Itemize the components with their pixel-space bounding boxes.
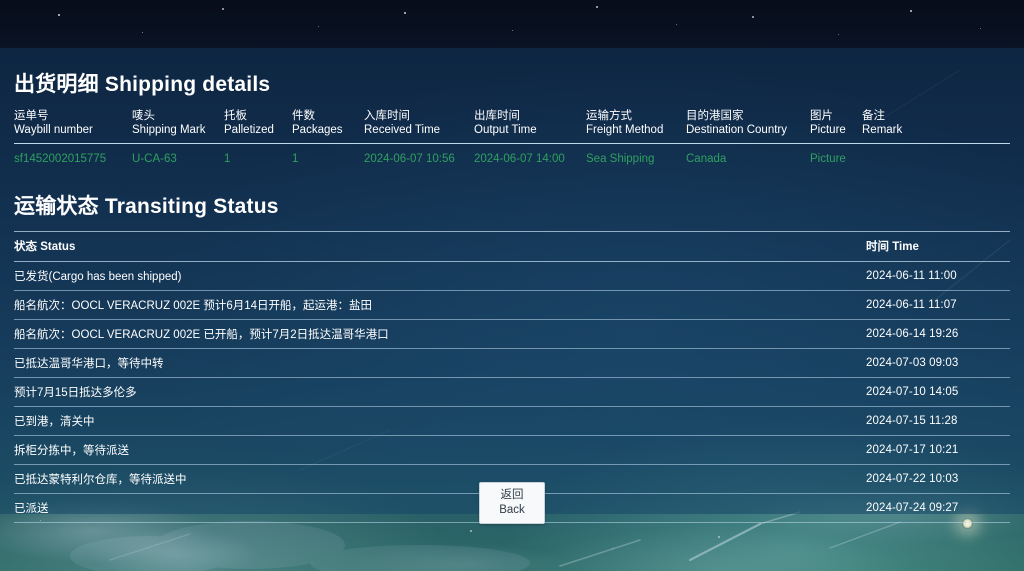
status-time: 2024-07-15 11:28 <box>834 406 1010 436</box>
column-header-shipping-mark: 唛头 Shipping Mark <box>132 110 224 144</box>
content-panel: 出货明细 Shipping details 运单号 Waybill number… <box>0 48 1024 523</box>
status-text: 船名航次：OOCL VERACRUZ 002E 已开船，预计7月2日抵达温哥华港… <box>14 319 834 349</box>
shipping-details-heading: 出货明细 Shipping details <box>14 48 1010 98</box>
status-row: 拆柜分拣中，等待派送 2024-07-17 10:21 <box>14 435 1010 465</box>
status-row: 已抵达温哥华港口，等待中转 2024-07-03 09:03 <box>14 348 1010 378</box>
cell-palletized: 1 <box>224 153 231 165</box>
status-text: 已到港，清关中 <box>14 406 834 436</box>
transiting-status-table: 状态 Status 时间 Time 已发货(Cargo has been shi… <box>14 231 1010 523</box>
status-row: 已到港，清关中 2024-07-15 11:28 <box>14 406 1010 436</box>
column-header-picture: 图片 Picture <box>810 110 862 144</box>
column-header-output-time: 出库时间 Output Time <box>474 110 586 144</box>
column-header-destination-country: 目的港国家 Destination Country <box>686 110 810 144</box>
cell-output-time: 2024-06-07 14:00 <box>474 153 565 165</box>
back-button-container: 返回 Back <box>0 482 1024 524</box>
column-header-palletized: 托板 Palletized <box>224 110 292 144</box>
status-row: 预计7月15日抵达多伦多 2024-07-10 14:05 <box>14 377 1010 407</box>
cell-received-time: 2024-06-07 10:56 <box>364 153 455 165</box>
status-text: 预计7月15日抵达多伦多 <box>14 377 834 407</box>
status-time: 2024-07-03 09:03 <box>834 348 1010 378</box>
picture-link[interactable]: Picture <box>810 153 846 165</box>
cell-waybill-number[interactable]: sf1452002015775 <box>14 144 132 174</box>
status-text: 拆柜分拣中，等待派送 <box>14 435 834 465</box>
back-button-label-en: Back <box>499 504 525 516</box>
cell-picture-link[interactable]: Picture <box>810 144 862 174</box>
column-header-remark: 备注 Remark <box>862 110 1010 144</box>
column-header-packages: 件数 Packages <box>292 110 364 144</box>
column-header-status: 状态 Status <box>14 231 834 262</box>
status-time: 2024-06-11 11:07 <box>834 290 1010 320</box>
cell-destination-country: Canada <box>686 153 727 165</box>
column-header-time: 时间 Time <box>834 231 1010 262</box>
shipping-details-heading-en: Shipping details <box>104 73 271 96</box>
cell-freight-method: Sea Shipping <box>586 153 655 165</box>
transiting-status-heading-en: Transiting Status <box>104 195 279 218</box>
table-row: sf1452002015775 U-CA-63 1 1 2024-06-07 1… <box>14 144 1010 174</box>
cell-shipping-mark: U-CA-63 <box>132 153 177 165</box>
status-row: 船名航次：OOCL VERACRUZ 002E 已开船，预计7月2日抵达温哥华港… <box>14 319 1010 349</box>
status-time: 2024-07-17 10:21 <box>834 435 1010 465</box>
status-time: 2024-07-10 14:05 <box>834 377 1010 407</box>
transiting-status-heading-cn: 运输状态 <box>14 195 99 218</box>
status-time: 2024-06-11 11:00 <box>834 261 1010 291</box>
back-button-label-cn: 返回 <box>500 489 524 501</box>
column-header-waybill-number: 运单号 Waybill number <box>14 110 132 144</box>
cell-packages: 1 <box>292 153 299 165</box>
back-button[interactable]: 返回 Back <box>479 482 545 524</box>
shipping-table-header-row: 运单号 Waybill number 唛头 Shipping Mark 托板 P… <box>14 110 1010 144</box>
status-text: 已抵达温哥华港口，等待中转 <box>14 348 834 378</box>
status-text: 船名航次：OOCL VERACRUZ 002E 预计6月14日开船，起运港：盐田 <box>14 290 834 320</box>
cell-remark <box>862 144 1010 174</box>
status-time: 2024-06-14 19:26 <box>834 319 1010 349</box>
status-text: 已发货(Cargo has been shipped) <box>14 261 834 291</box>
status-table-header-row: 状态 Status 时间 Time <box>14 231 1010 262</box>
transiting-status-heading: 运输状态 Transiting Status <box>14 173 1010 220</box>
column-header-received-time: 入库时间 Received Time <box>364 110 474 144</box>
shipping-details-table: 运单号 Waybill number 唛头 Shipping Mark 托板 P… <box>14 110 1010 173</box>
shipping-details-heading-cn: 出货明细 <box>14 73 99 96</box>
column-header-freight-method: 运输方式 Freight Method <box>586 110 686 144</box>
status-row: 船名航次：OOCL VERACRUZ 002E 预计6月14日开船，起运港：盐田… <box>14 290 1010 320</box>
status-row: 已发货(Cargo has been shipped) 2024-06-11 1… <box>14 261 1010 291</box>
